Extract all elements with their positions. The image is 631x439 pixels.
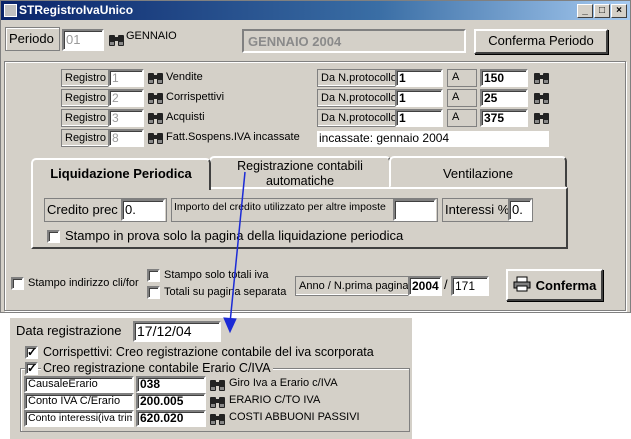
connector-arrow [223, 171, 246, 334]
